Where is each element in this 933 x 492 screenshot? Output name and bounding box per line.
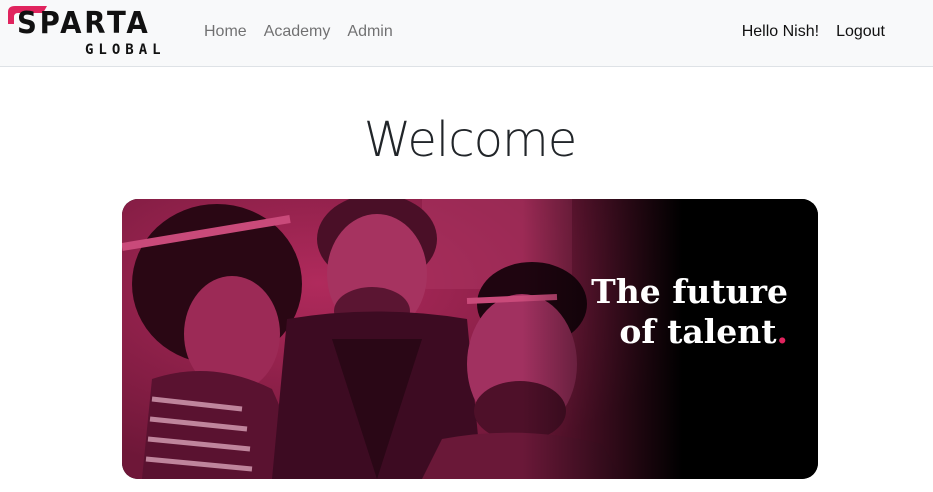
tagline-accent-dot: . xyxy=(776,312,789,351)
tagline-line-1: The future xyxy=(591,272,788,311)
logo-text: SPARTA xyxy=(17,6,151,41)
page-title: Welcome xyxy=(363,112,578,168)
top-navbar: SPARTA GLOBAL Home Academy Admin Hello N… xyxy=(0,0,933,67)
banner-tagline: The future of talent. xyxy=(591,272,788,352)
nav-link-admin[interactable]: Admin xyxy=(347,22,392,42)
logo-subtext: GLOBAL xyxy=(85,42,166,58)
logout-link[interactable]: Logout xyxy=(836,22,885,42)
nav-links: Home Academy Admin xyxy=(204,22,393,42)
tagline-line-2: of talent. xyxy=(591,312,788,352)
nav-link-academy[interactable]: Academy xyxy=(264,22,331,42)
hero-banner: The future of talent. xyxy=(122,199,818,479)
sparta-global-logo[interactable]: SPARTA GLOBAL xyxy=(5,4,161,62)
tagline-line-2-text: of talent xyxy=(619,312,777,351)
nav-link-home[interactable]: Home xyxy=(204,22,247,42)
user-greeting: Hello Nish! xyxy=(741,23,820,40)
user-area: Hello Nish! Logout xyxy=(742,22,885,42)
